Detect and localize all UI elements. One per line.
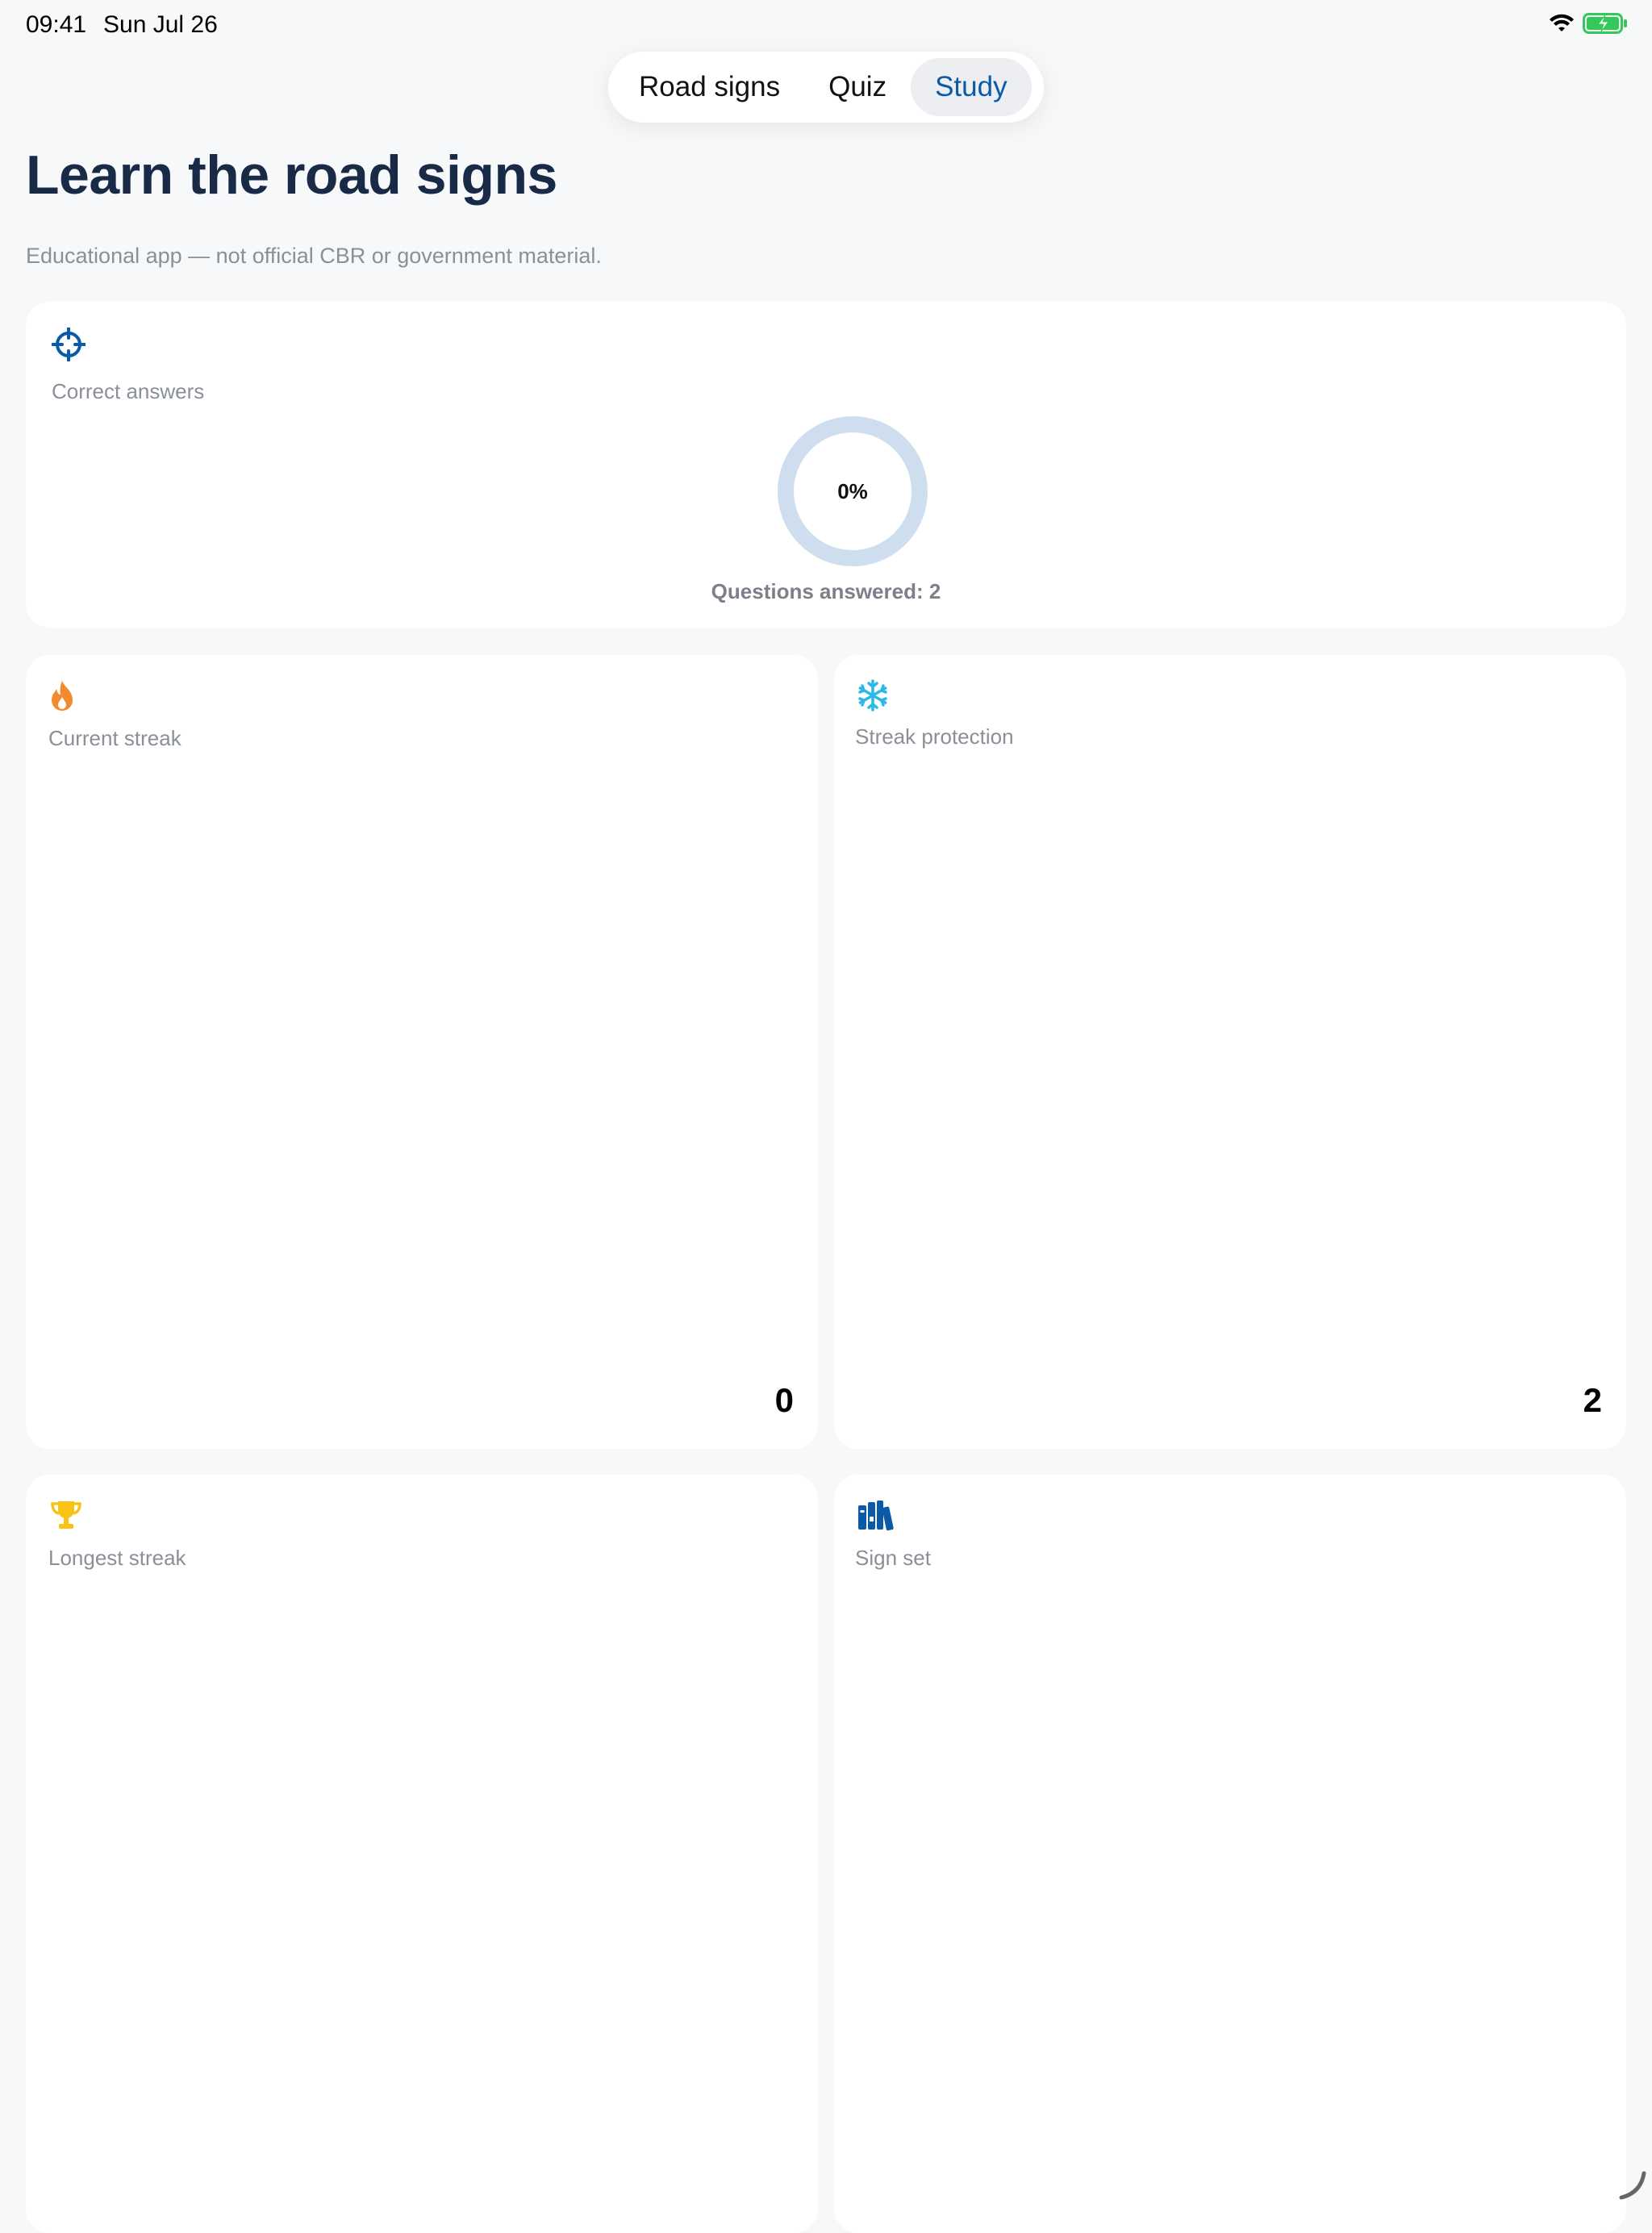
tab-quiz[interactable]: Quiz [804, 58, 911, 116]
battery-charging-icon [1583, 13, 1627, 34]
flame-icon [52, 681, 73, 711]
top-segmented-control: Road signs Quiz Study [608, 52, 1044, 123]
wifi-icon [1550, 14, 1574, 31]
streak-protection-label: Streak protection [855, 724, 1014, 749]
current-streak-label: Current streak [48, 726, 181, 750]
current-streak-card: Current streak 0 [26, 655, 818, 1449]
tab-road-signs[interactable]: Road signs [615, 58, 804, 116]
resize-handle-icon[interactable] [1617, 2168, 1649, 2201]
current-streak-value: 0 [774, 1381, 794, 1419]
status-icons [1549, 13, 1628, 34]
sign-set-card[interactable]: Sign set [834, 1475, 1626, 2233]
streak-protection-card: Streak protection 2 [834, 655, 1626, 1449]
correct-answers-card: Correct answers 0% Questions answered: 2 [26, 302, 1626, 628]
longest-streak-card: Longest streak [26, 1475, 818, 2233]
correct-answers-label: Correct answers [52, 379, 205, 403]
trophy-icon [51, 1501, 81, 1529]
books-icon [858, 1500, 894, 1531]
page-title: Learn the road signs [26, 144, 557, 206]
correct-percent: 0% [837, 478, 868, 503]
tab-study[interactable]: Study [911, 58, 1032, 116]
progress-ring: 0% [776, 415, 929, 568]
longest-streak-label: Longest streak [48, 1546, 186, 1570]
sign-set-label: Sign set [855, 1546, 931, 1570]
snowflake-icon [858, 679, 887, 712]
crosshair-icon [52, 328, 86, 361]
questions-answered: Questions answered: 2 [711, 579, 941, 603]
page-subtitle: Educational app — not official CBR or go… [26, 244, 602, 268]
status-date: Sun Jul 26 [103, 11, 218, 38]
status-bar: 09:41 Sun Jul 26 [0, 0, 1652, 52]
streak-protection-value: 2 [1583, 1381, 1602, 1419]
status-time: 09:41 [26, 11, 87, 38]
